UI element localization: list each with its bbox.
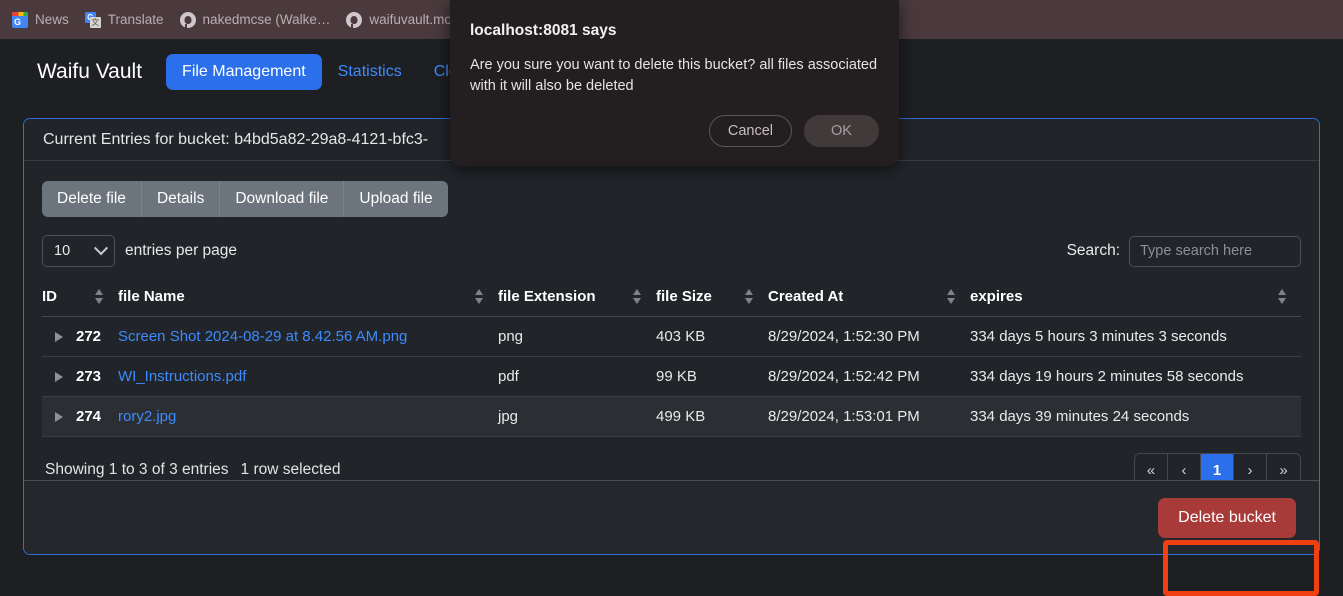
bookmark-translate[interactable]: G文 Translate (79, 8, 174, 32)
row-file-name-cell: WI_Instructions.pdf (118, 356, 498, 397)
row-created-at: 8/29/2024, 1:53:01 PM (768, 396, 970, 437)
row-id: 273 (76, 368, 102, 385)
bookmark-label: News (35, 12, 69, 27)
bookmark-label: Translate (107, 12, 164, 27)
table-body: 272 Screen Shot 2024-08-29 at 8.42.56 AM… (42, 316, 1301, 437)
col-header-created-at[interactable]: Created At (768, 280, 970, 317)
entries-per-page-select[interactable]: 10 (42, 235, 115, 267)
expand-row-icon[interactable] (55, 331, 63, 342)
expand-row-icon[interactable] (55, 411, 63, 422)
dialog-buttons: Cancel OK (708, 115, 879, 147)
row-id: 272 (76, 328, 102, 345)
col-label: file Name (118, 288, 185, 305)
brand-title: Waifu Vault (37, 59, 143, 83)
dialog-ok-button[interactable]: OK (804, 115, 879, 147)
col-header-file-name[interactable]: file Name (118, 280, 498, 317)
github-icon (179, 11, 196, 28)
github-icon (346, 11, 363, 28)
col-label: file Size (656, 288, 712, 305)
row-created-at: 8/29/2024, 1:52:30 PM (768, 316, 970, 357)
col-header-id[interactable]: ID (42, 280, 118, 317)
bookmark-nakedmcse[interactable]: nakedmcse (Walke… (174, 8, 341, 32)
search-control: Search: (1066, 235, 1301, 267)
google-translate-icon: G文 (84, 11, 101, 28)
row-file-name-cell: Screen Shot 2024-08-29 at 8.42.56 AM.png (118, 316, 498, 357)
files-table: ID file Name file Extension file Size Cr… (42, 280, 1301, 437)
dialog-title: localhost:8081 says (470, 22, 617, 39)
dialog-message: Are you sure you want to delete this buc… (470, 57, 878, 95)
entries-per-page-value: 10 (54, 243, 71, 259)
delete-bucket-button[interactable]: Delete bucket (1158, 497, 1296, 538)
row-file-size: 403 KB (656, 316, 768, 357)
file-name-link[interactable]: rory2.jpg (118, 408, 176, 425)
row-id-cell: 272 (42, 316, 118, 357)
upload-file-button[interactable]: Upload file (344, 181, 447, 217)
row-id-cell: 274 (42, 396, 118, 437)
col-label: expires (970, 288, 1023, 305)
page-length-control: 10 entries per page (42, 235, 237, 267)
row-expires: 334 days 19 hours 2 minutes 58 seconds (970, 356, 1301, 397)
entries-per-page-label: entries per page (125, 242, 238, 259)
dialog-cancel-button[interactable]: Cancel (708, 115, 792, 147)
bookmark-news[interactable]: News (6, 8, 79, 32)
table-row[interactable]: 274 rory2.jpg jpg 499 KB 8/29/2024, 1:53… (42, 396, 1301, 437)
tab-file-management[interactable]: File Management (166, 53, 322, 90)
search-input[interactable] (1129, 235, 1301, 267)
row-id-cell: 273 (42, 356, 118, 397)
file-name-link[interactable]: WI_Instructions.pdf (118, 368, 246, 385)
row-file-extension: pdf (498, 356, 656, 397)
sort-icon[interactable] (633, 289, 642, 304)
row-file-size: 499 KB (656, 396, 768, 437)
row-file-size: 99 KB (656, 356, 768, 397)
row-id: 274 (76, 408, 102, 425)
row-file-extension: jpg (498, 396, 656, 437)
col-header-file-extension[interactable]: file Extension (498, 280, 656, 317)
chevron-down-icon (93, 241, 109, 256)
col-header-expires[interactable]: expires (970, 280, 1301, 317)
details-button[interactable]: Details (142, 181, 221, 217)
sort-icon[interactable] (95, 289, 104, 304)
search-label: Search: (1066, 242, 1120, 259)
table-controls: 10 entries per page Search: (42, 235, 1301, 267)
sort-icon[interactable] (475, 289, 484, 304)
row-file-name-cell: rory2.jpg (118, 396, 498, 437)
browser-confirm-dialog: localhost:8081 says Are you sure you wan… (450, 0, 899, 166)
bookmark-label: nakedmcse (Walke… (202, 12, 331, 27)
bookmark-label: waifuvault.moe (369, 12, 460, 27)
col-label: file Extension (498, 288, 596, 305)
table-header-row: ID file Name file Extension file Size Cr… (42, 280, 1301, 317)
row-created-at: 8/29/2024, 1:52:42 PM (768, 356, 970, 397)
sort-icon[interactable] (1278, 289, 1287, 304)
google-news-icon (12, 11, 28, 28)
delete-file-button[interactable]: Delete file (42, 181, 142, 217)
table-row[interactable]: 273 WI_Instructions.pdf pdf 99 KB 8/29/2… (42, 356, 1301, 397)
tab-statistics[interactable]: Statistics (322, 54, 418, 90)
sort-icon[interactable] (745, 289, 754, 304)
col-label: ID (42, 288, 57, 305)
col-label: Created At (768, 288, 844, 305)
table-head: ID file Name file Extension file Size Cr… (42, 280, 1301, 317)
card-footer: Delete bucket (24, 480, 1319, 554)
table-info: Showing 1 to 3 of 3 entries 1 row select… (42, 461, 341, 479)
row-expires: 334 days 5 hours 3 minutes 3 seconds (970, 316, 1301, 357)
file-actions-toolbar: Delete file Details Download file Upload… (42, 181, 448, 217)
expand-row-icon[interactable] (55, 371, 63, 382)
row-expires: 334 days 39 minutes 24 seconds (970, 396, 1301, 437)
rows-selected-text: 1 row selected (240, 461, 341, 478)
table-row[interactable]: 272 Screen Shot 2024-08-29 at 8.42.56 AM… (42, 316, 1301, 357)
file-name-link[interactable]: Screen Shot 2024-08-29 at 8.42.56 AM.png (118, 328, 407, 345)
download-file-button[interactable]: Download file (220, 181, 345, 217)
showing-entries-text: Showing 1 to 3 of 3 entries (45, 461, 229, 478)
sort-icon[interactable] (947, 289, 956, 304)
col-header-file-size[interactable]: file Size (656, 280, 768, 317)
entries-card: Current Entries for bucket: b4bd5a82-29a… (23, 118, 1320, 555)
row-file-extension: png (498, 316, 656, 357)
